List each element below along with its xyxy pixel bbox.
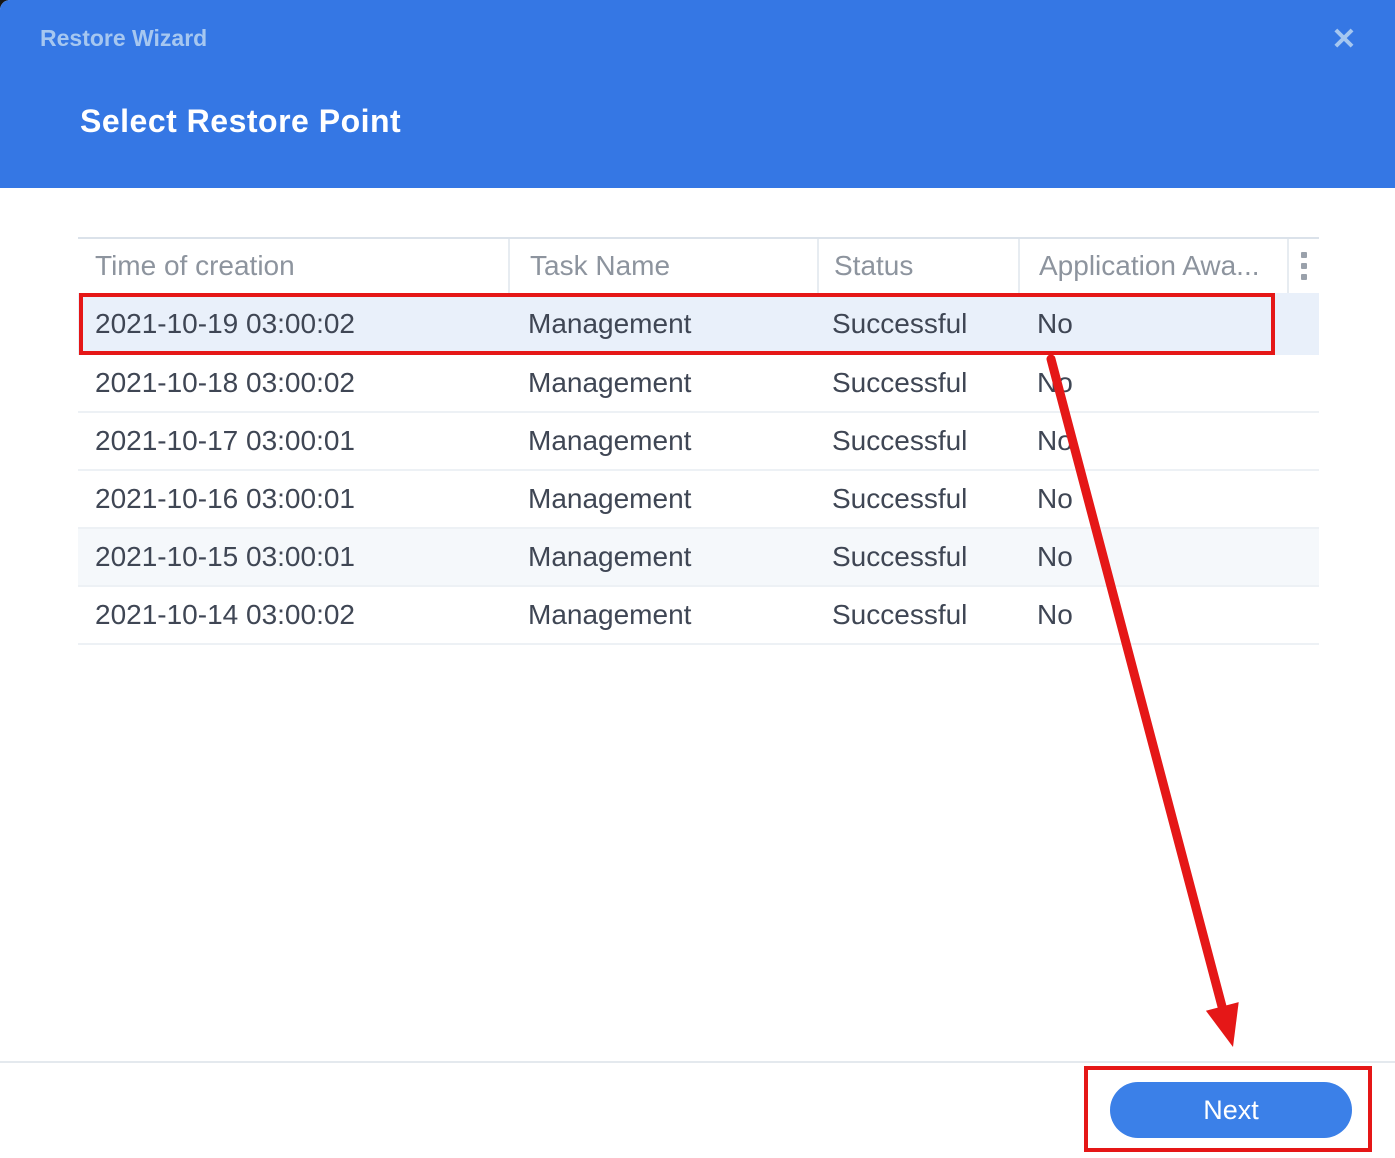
status-cell: Successful xyxy=(817,529,1018,585)
annotation-arrow-head xyxy=(1206,1002,1239,1047)
status-cell: Successful xyxy=(817,587,1018,643)
time-cell: 2021-10-18 03:00:02 xyxy=(78,355,508,411)
close-icon[interactable]: ✕ xyxy=(1322,18,1366,62)
table-row[interactable]: 2021-10-14 03:00:02 Management Successfu… xyxy=(78,587,1319,645)
next-button[interactable]: Next xyxy=(1110,1082,1352,1138)
status-cell: Successful xyxy=(817,413,1018,469)
time-cell: 2021-10-16 03:00:01 xyxy=(78,471,508,527)
time-cell: 2021-10-19 03:00:02 xyxy=(78,293,508,355)
time-cell: 2021-10-14 03:00:02 xyxy=(78,587,508,643)
table-row[interactable]: 2021-10-19 03:00:02 Management Successfu… xyxy=(78,293,1319,355)
app-aware-cell: No xyxy=(1018,355,1287,411)
restore-point-table: Time of creation Task Name Status Applic… xyxy=(78,237,1319,645)
restore-wizard-dialog: Restore Wizard ✕ Select Restore Point Ti… xyxy=(0,0,1395,1158)
time-cell: 2021-10-15 03:00:01 xyxy=(78,529,508,585)
table-row[interactable]: 2021-10-17 03:00:01 Management Successfu… xyxy=(78,413,1319,471)
app-aware-cell: No xyxy=(1018,293,1287,355)
task-cell: Management xyxy=(508,529,817,585)
task-cell: Management xyxy=(508,293,817,355)
column-settings-cell xyxy=(1287,239,1319,293)
column-settings-icon[interactable] xyxy=(1295,246,1313,286)
app-aware-cell: No xyxy=(1018,529,1287,585)
table-row[interactable]: 2021-10-16 03:00:01 Management Successfu… xyxy=(78,471,1319,529)
status-cell: Successful xyxy=(817,293,1018,355)
task-cell: Management xyxy=(508,413,817,469)
app-aware-cell: No xyxy=(1018,413,1287,469)
app-aware-cell: No xyxy=(1018,471,1287,527)
dialog-title: Restore Wizard xyxy=(40,25,207,52)
task-cell: Management xyxy=(508,355,817,411)
table-header-row: Time of creation Task Name Status Applic… xyxy=(78,237,1319,293)
task-cell: Management xyxy=(508,587,817,643)
task-cell: Management xyxy=(508,471,817,527)
app-aware-cell: No xyxy=(1018,587,1287,643)
column-header-time-of-creation[interactable]: Time of creation xyxy=(78,239,508,293)
column-header-application-aware[interactable]: Application Awa... xyxy=(1018,239,1287,293)
column-header-task-name[interactable]: Task Name xyxy=(508,239,817,293)
page-title: Select Restore Point xyxy=(80,103,401,140)
footer-divider xyxy=(0,1061,1395,1063)
status-cell: Successful xyxy=(817,471,1018,527)
table-row[interactable]: 2021-10-18 03:00:02 Management Successfu… xyxy=(78,355,1319,413)
dialog-titlebar: Restore Wizard ✕ Select Restore Point xyxy=(0,0,1395,188)
table-row[interactable]: 2021-10-15 03:00:01 Management Successfu… xyxy=(78,529,1319,587)
time-cell: 2021-10-17 03:00:01 xyxy=(78,413,508,469)
column-header-status[interactable]: Status xyxy=(817,239,1018,293)
status-cell: Successful xyxy=(817,355,1018,411)
